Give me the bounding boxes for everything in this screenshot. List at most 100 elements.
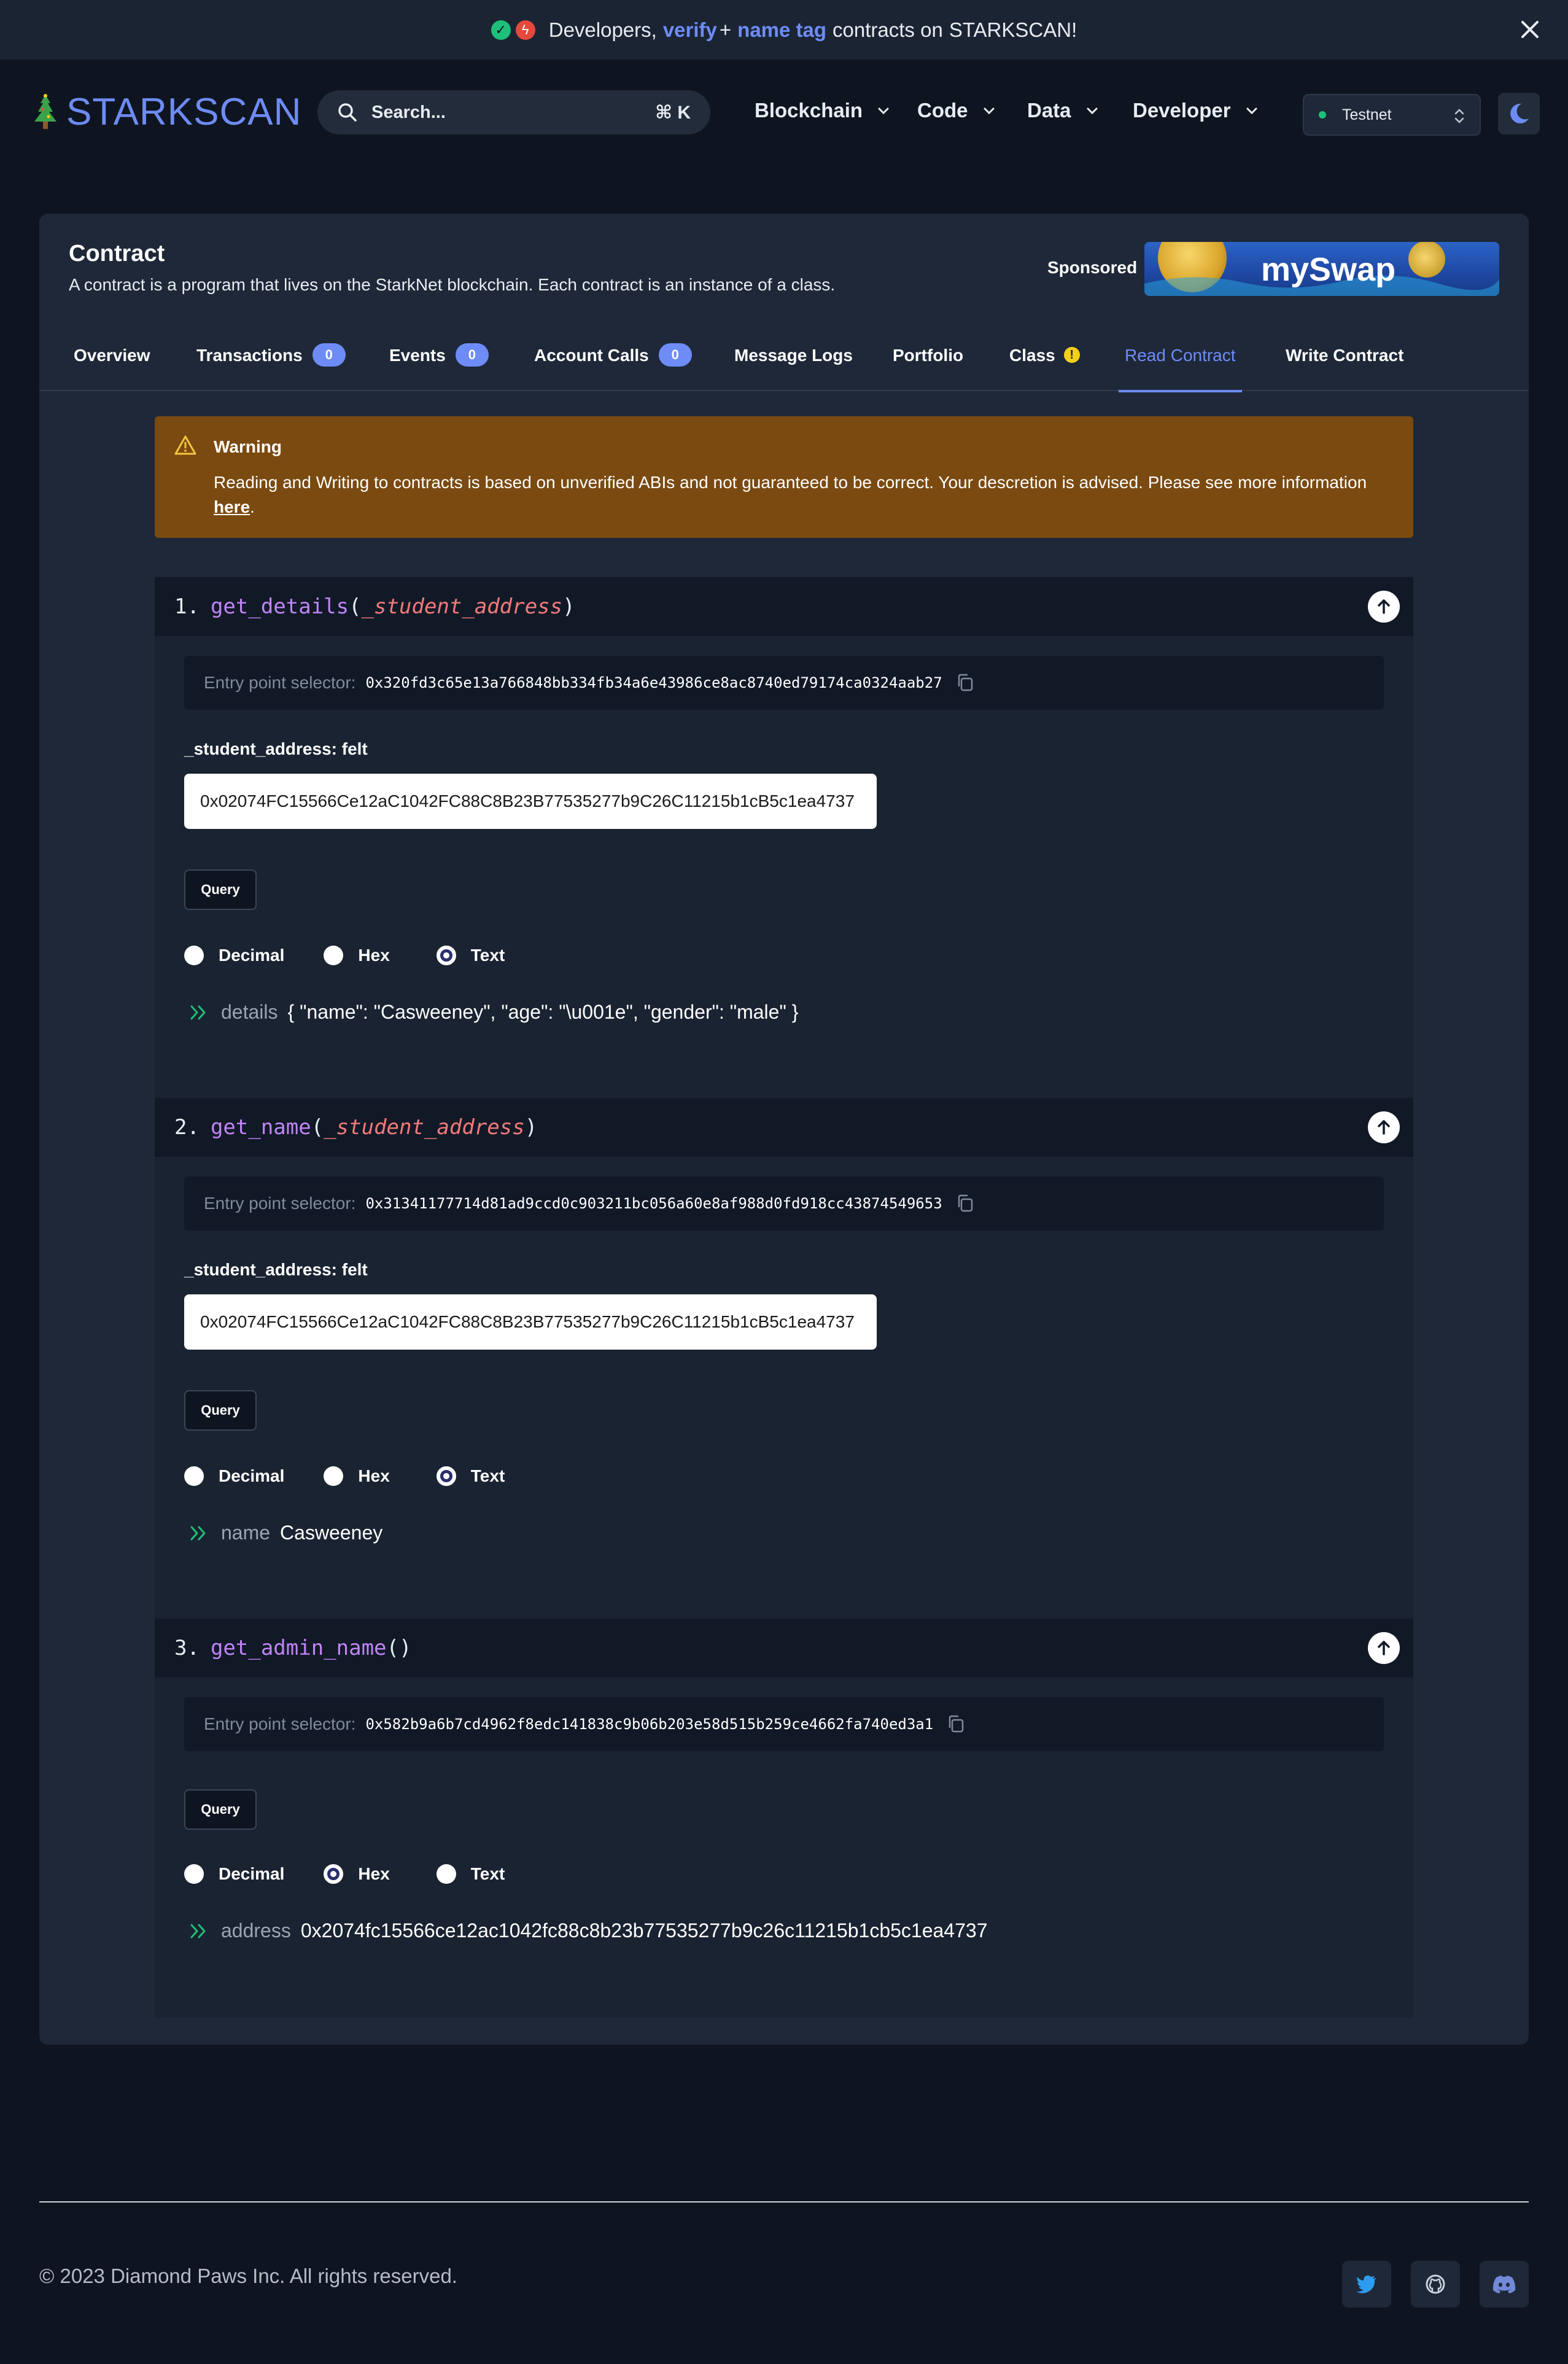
result-value: { "name": "Casweeney", "age": "\u001e", … (287, 1001, 799, 1023)
sponsored-label: Sponsored (1047, 258, 1138, 277)
tab-events[interactable]: Events 0 (389, 340, 489, 391)
theme-toggle-button[interactable] (1498, 93, 1540, 134)
banner-link-name-tag[interactable]: name tag (737, 18, 826, 42)
student-address-input[interactable] (184, 1294, 877, 1350)
discord-button[interactable] (1480, 2261, 1529, 2308)
arrow-up-icon (1378, 599, 1390, 614)
radio-text[interactable]: Text (436, 1466, 505, 1486)
starkscan-logo[interactable]: STARKSCAN (32, 90, 301, 134)
tab-account-calls[interactable]: Account Calls 0 (534, 340, 692, 391)
ad-text: mySwap (1261, 251, 1396, 288)
sponsored-ad-banner[interactable]: mySwap (1144, 242, 1499, 296)
selector-value: 0x320fd3c65e13a766848bb334fb34a6e43986ce… (365, 674, 942, 691)
tab-portfolio[interactable]: Portfolio (893, 340, 963, 391)
collapse-button[interactable] (1368, 1632, 1400, 1664)
result-value: Casweeney (280, 1522, 383, 1544)
warning-period: . (250, 497, 255, 516)
footer-divider (39, 2201, 1529, 2203)
function-header[interactable]: 3. get_admin_name() (155, 1619, 1413, 1678)
warning-here-link[interactable]: here (214, 497, 250, 516)
radio-decimal[interactable]: Decimal (184, 1864, 284, 1884)
github-button[interactable] (1411, 2261, 1460, 2308)
announcement-banner: ✓ ϟ Developers, verify + name tag contra… (0, 0, 1568, 60)
chevron-down-icon (878, 107, 889, 115)
menu-label: Developer (1133, 99, 1231, 122)
menu-blockchain[interactable]: Blockchain (755, 99, 891, 122)
query-result: name Casweeney (189, 1522, 382, 1544)
tab-label: Message Logs (734, 346, 853, 365)
menu-label: Blockchain (755, 99, 863, 122)
contract-card: Contract A contract is a program that li… (39, 214, 1529, 2045)
collapse-button[interactable] (1368, 591, 1400, 623)
paren-open: ( (311, 1115, 324, 1140)
github-icon (1426, 2274, 1445, 2294)
query-button[interactable]: Query (184, 1789, 257, 1830)
search-icon (338, 103, 357, 122)
radio-label: Hex (358, 1466, 390, 1485)
chevron-down-icon (1246, 107, 1257, 115)
read-function-get-admin-name: 3. get_admin_name() Entry point selector… (155, 1619, 1413, 2018)
function-header[interactable]: 2. get_name(_student_address) (155, 1098, 1413, 1157)
tab-write-contract[interactable]: Write Contract (1286, 340, 1403, 391)
argument-label: _student_address: felt (184, 739, 368, 758)
selector-label: Entry point selector: (204, 1714, 356, 1733)
chevron-down-icon (1087, 107, 1098, 115)
copy-icon[interactable] (947, 1714, 965, 1734)
network-selector[interactable]: Testnet (1303, 94, 1481, 136)
banner-link-verify[interactable]: verify (663, 18, 717, 42)
radio-circle-selected (324, 1864, 344, 1884)
radio-decimal[interactable]: Decimal (184, 946, 284, 965)
banner-text-contracts: contracts on (833, 18, 943, 41)
count-badge: 0 (312, 343, 346, 367)
menu-developer[interactable]: Developer (1133, 99, 1259, 122)
tab-label: Class (1009, 346, 1055, 365)
paren-open: ( (349, 594, 362, 619)
moon-icon (1510, 103, 1529, 123)
search-shortcut: ⌘ K (655, 102, 691, 123)
verified-check-icon: ✓ (491, 20, 511, 40)
count-badge: 0 (658, 343, 692, 367)
radio-hex[interactable]: Hex (324, 1864, 390, 1884)
query-button[interactable]: Query (184, 1390, 257, 1431)
tab-overview[interactable]: Overview (74, 340, 150, 391)
banner-close-icon[interactable] (1516, 16, 1543, 43)
copy-icon[interactable] (956, 673, 974, 693)
radio-decimal[interactable]: Decimal (184, 1466, 284, 1486)
output-format-radios: Decimal Hex Text (184, 946, 505, 965)
radio-text[interactable]: Text (436, 946, 505, 965)
tab-class[interactable]: Class ! (1009, 340, 1080, 391)
result-value: 0x2074fc15566ce12ac1042fc88c8b23b7753527… (300, 1919, 988, 1942)
warning-message: Reading and Writing to contracts is base… (214, 473, 1367, 492)
student-address-input[interactable] (184, 774, 877, 829)
count-badge: 0 (455, 343, 489, 367)
radio-hex[interactable]: Hex (324, 946, 390, 965)
radio-hex[interactable]: Hex (324, 1466, 390, 1486)
menu-label: Data (1027, 99, 1071, 122)
tab-read-contract[interactable]: Read Contract (1119, 340, 1242, 392)
contract-tabs: Overview Transactions 0 Events 0 Account… (39, 340, 1529, 392)
menu-code[interactable]: Code (917, 99, 996, 122)
tab-label: Write Contract (1286, 346, 1404, 365)
arrow-up-icon (1378, 1120, 1390, 1135)
selector-value: 0x582b9a6b7cd4962f8edc141838c9b06b203e58… (365, 1716, 934, 1733)
function-name: get_admin_name (210, 1636, 387, 1660)
function-name: get_name (210, 1115, 311, 1140)
result-key: name (221, 1522, 271, 1544)
function-header[interactable]: 1. get_details(_student_address) (155, 577, 1413, 636)
radio-text[interactable]: Text (436, 1864, 505, 1884)
search-bar[interactable]: Search... ⌘ K (317, 90, 710, 134)
search-input[interactable]: Search... (371, 103, 655, 123)
output-format-radios: Decimal Hex Text (184, 1466, 505, 1486)
banner-text-developers: Developers, (548, 18, 657, 41)
tab-label: Account Calls (534, 346, 649, 365)
copy-icon[interactable] (956, 1194, 974, 1213)
radio-label: Text (470, 1466, 505, 1485)
collapse-button[interactable] (1368, 1111, 1400, 1143)
tab-transactions[interactable]: Transactions 0 (196, 340, 346, 391)
selector-label: Entry point selector: (204, 1194, 356, 1213)
tab-message-logs[interactable]: Message Logs (734, 340, 853, 391)
menu-data[interactable]: Data (1027, 99, 1100, 122)
network-label: Testnet (1342, 106, 1392, 123)
query-button[interactable]: Query (184, 869, 257, 910)
twitter-button[interactable] (1342, 2261, 1391, 2308)
